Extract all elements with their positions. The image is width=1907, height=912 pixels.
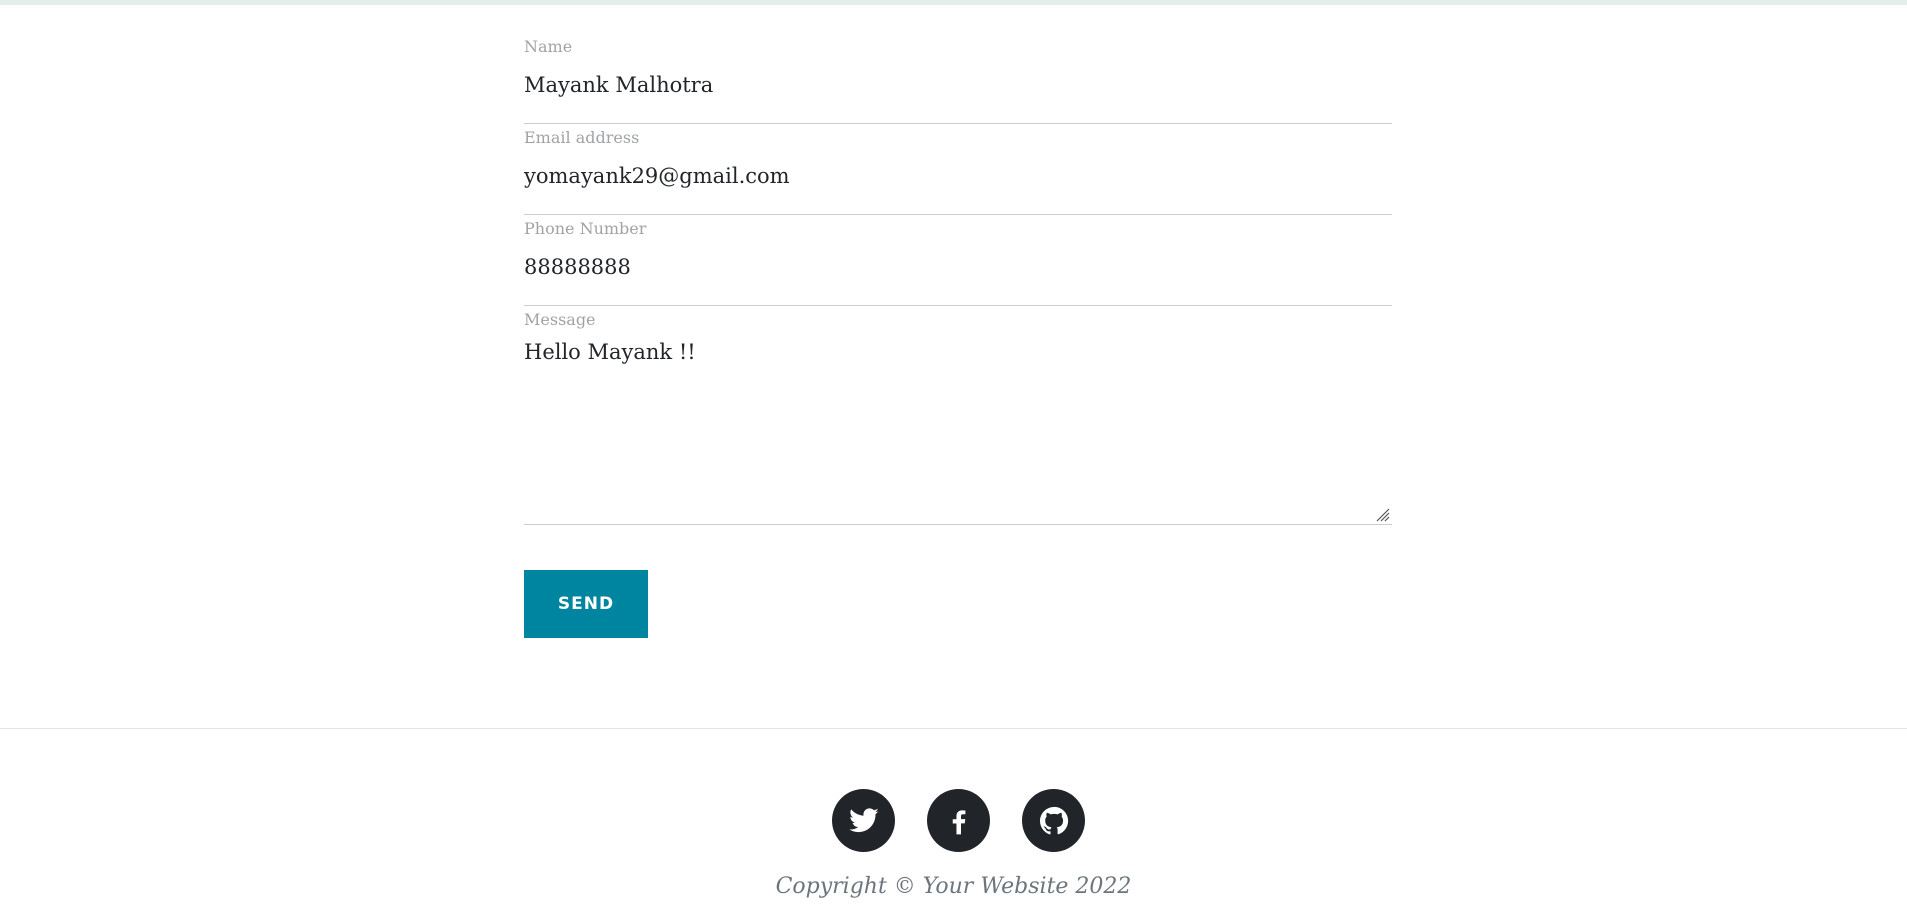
github-icon: [1039, 806, 1068, 834]
facebook-icon: [952, 809, 965, 834]
message-textarea[interactable]: Hello Mayank !!: [524, 337, 696, 367]
send-button[interactable]: SEND: [524, 570, 648, 638]
phone-input[interactable]: 88888888: [524, 252, 631, 282]
phone-field[interactable]: Phone Number 88888888: [524, 216, 1392, 306]
email-label: Email address: [524, 128, 640, 147]
twitter-link[interactable]: [832, 789, 895, 852]
contact-form: Name Mayank Malhotra Email address yomay…: [524, 34, 1392, 526]
top-divider: [0, 0, 1907, 5]
twitter-icon: [848, 807, 879, 832]
facebook-link[interactable]: [927, 789, 990, 852]
footer-divider: [0, 728, 1907, 729]
name-label: Name: [524, 37, 573, 56]
github-link[interactable]: [1022, 789, 1085, 852]
name-input[interactable]: Mayank Malhotra: [524, 70, 713, 100]
copyright-text: Copyright © Your Website 2022: [775, 874, 1132, 899]
email-input[interactable]: yomayank29@gmail.com: [524, 161, 790, 191]
resize-handle-icon[interactable]: [1374, 506, 1390, 522]
phone-label: Phone Number: [524, 219, 647, 238]
social-links: [832, 789, 1085, 852]
message-field[interactable]: Message Hello Mayank !!: [524, 307, 1392, 525]
name-field[interactable]: Name Mayank Malhotra: [524, 34, 1392, 124]
email-field[interactable]: Email address yomayank29@gmail.com: [524, 125, 1392, 215]
message-label: Message: [524, 310, 596, 329]
